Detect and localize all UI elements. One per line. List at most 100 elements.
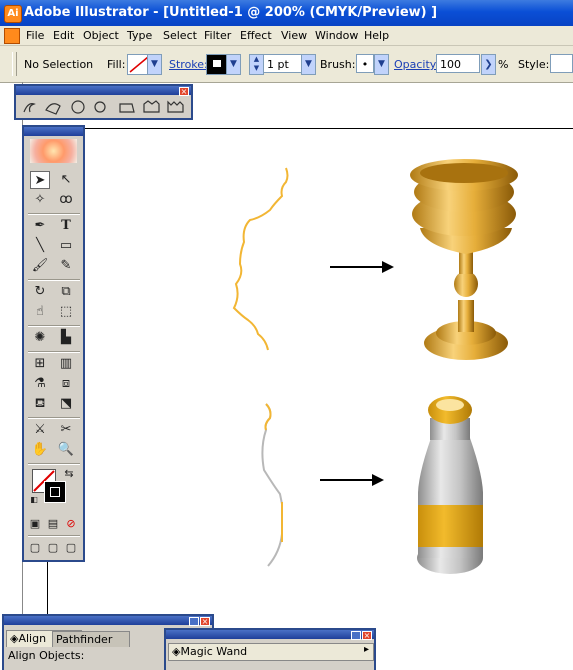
style-field[interactable] — [550, 54, 573, 73]
brush-dropdown[interactable]: ▼ — [374, 54, 389, 75]
pucker-tool-icon — [71, 100, 85, 114]
toolbox-separator — [28, 417, 80, 419]
menu-filter[interactable]: Filter — [204, 29, 231, 42]
toolbox-separator — [28, 279, 80, 281]
toolbox-separator — [28, 325, 80, 327]
goblet-3d-render — [410, 159, 518, 360]
menu-type[interactable]: Type — [127, 29, 152, 42]
full-screen-mode-icon[interactable]: ▢ — [64, 539, 78, 557]
tab-magic-wand[interactable]: ◈Magic Wand ▸ — [168, 643, 374, 661]
magic-wand-title-bar[interactable]: × — [166, 630, 374, 640]
selection-tool-icon[interactable]: ➤ — [30, 171, 50, 189]
menu-view[interactable]: View — [281, 29, 307, 42]
warp-tools-icons[interactable] — [18, 96, 193, 118]
tab-pathfinder-label: Pathfinder — [56, 633, 113, 646]
panel-connector-line — [47, 560, 48, 620]
document-icon[interactable] — [4, 28, 20, 44]
toolbox-separator — [28, 213, 80, 215]
artboard-top-edge — [83, 128, 573, 129]
magic-wand-tool-icon[interactable]: ✧ — [30, 191, 50, 209]
rectangle-tool-icon[interactable]: ▭ — [56, 237, 76, 255]
menu-file[interactable]: File — [26, 29, 44, 42]
arrow-right-icon — [330, 261, 394, 273]
bloat-tool-icon — [94, 101, 106, 113]
tearoff-title-bar[interactable]: × — [16, 86, 191, 96]
opacity-arrow-button[interactable]: ❯ — [481, 54, 496, 75]
stroke-weight-stepper[interactable]: ▲ ▼ — [249, 54, 264, 75]
blend-tool-icon[interactable]: ⧈ — [56, 375, 76, 393]
stroke-color-box[interactable] — [44, 481, 66, 503]
close-icon[interactable]: × — [179, 87, 189, 96]
menu-window[interactable]: Window — [315, 29, 358, 42]
toolbox-separator — [28, 351, 80, 353]
close-icon[interactable]: × — [200, 617, 210, 626]
opacity-field[interactable]: 100 — [436, 54, 480, 73]
menu-effect[interactable]: Effect — [240, 29, 272, 42]
gradient-tool-icon[interactable]: ▥ — [56, 355, 76, 373]
free-transform-tool-icon[interactable]: ⬚ — [56, 303, 76, 321]
color-mode-icon[interactable]: ▣ — [28, 515, 42, 533]
type-tool-icon[interactable]: T — [56, 217, 76, 235]
crystallize-tool-icon — [143, 100, 160, 113]
warp-tool-icon — [23, 103, 36, 113]
opacity-label[interactable]: Opacity: — [394, 58, 439, 71]
symbol-sprayer-tool-icon[interactable]: ✺ — [30, 329, 50, 347]
close-icon[interactable]: × — [362, 631, 372, 640]
toolbox-separator — [28, 535, 80, 537]
menu-select[interactable]: Select — [163, 29, 197, 42]
swap-fill-stroke-icon[interactable]: ⇆ — [62, 465, 76, 483]
magic-wand-panel: × ◈Magic Wand ▸ — [164, 628, 376, 670]
standard-screen-mode-icon[interactable]: ▢ — [28, 539, 42, 557]
none-mode-icon[interactable]: ⊘ — [64, 515, 78, 533]
align-panel-title-bar[interactable]: × — [4, 616, 212, 626]
stroke-dropdown[interactable]: ▼ — [226, 54, 241, 75]
rotate-tool-icon[interactable]: ↻ — [30, 283, 50, 301]
goblet-profile-path — [232, 167, 289, 351]
stroke-weight-dropdown[interactable]: ▼ — [301, 54, 316, 75]
default-fill-stroke-icon[interactable]: ◧ — [28, 491, 40, 509]
toolbox-title-bar[interactable] — [24, 127, 83, 136]
toolbox-panel: ➤ ↖ ✧ ꝏ ✒ T ╲ ▭ 🖌 ✎ ↻ ⧉ ☝ ⬚ ✺ ▙ ⊞ ▥ ⚗ ⧈ … — [22, 125, 85, 562]
minimize-icon[interactable] — [351, 631, 361, 640]
paintbrush-tool-icon[interactable]: 🖌 — [30, 257, 50, 275]
selection-status: No Selection — [24, 58, 94, 71]
warp-tool-icon[interactable]: ☝ — [30, 303, 50, 321]
menu-object[interactable]: Object — [83, 29, 119, 42]
menu-help[interactable]: Help — [364, 29, 389, 42]
gradient-mode-icon[interactable]: ▤ — [46, 515, 60, 533]
percent-label: % — [498, 58, 509, 71]
illustrator-flower-logo — [30, 139, 77, 163]
fill-dropdown[interactable]: ▼ — [147, 54, 162, 75]
zoom-tool-icon[interactable]: 🔍 — [56, 441, 76, 459]
tool-tearoff-panel: × — [14, 84, 193, 120]
tab-pathfinder[interactable]: Pathfinder — [52, 631, 130, 647]
full-screen-menu-mode-icon[interactable]: ▢ — [46, 539, 60, 557]
scallop-tool-icon — [119, 103, 135, 113]
eyedropper-tool-icon[interactable]: ⚗ — [30, 375, 50, 393]
stroke-color-box-inner — [50, 487, 60, 497]
minimize-icon[interactable] — [189, 617, 199, 626]
pen-tool-icon[interactable]: ✒ — [30, 217, 50, 235]
pencil-tool-icon[interactable]: ✎ — [56, 257, 76, 275]
scissors-tool-icon[interactable]: ✂ — [56, 421, 76, 439]
line-segment-tool-icon[interactable]: ╲ — [30, 237, 50, 255]
menu-edit[interactable]: Edit — [53, 29, 74, 42]
lasso-tool-icon[interactable]: ꝏ — [56, 191, 76, 209]
hand-tool-icon[interactable]: ✋ — [30, 441, 50, 459]
brush-field[interactable]: • — [356, 54, 374, 73]
bottle-profile-path — [261, 403, 283, 567]
stroke-label[interactable]: Stroke: — [169, 58, 208, 71]
live-paint-selection-tool-icon[interactable]: ⬔ — [56, 395, 76, 413]
window-title: Adobe Illustrator - [Untitled-1 @ 200% (… — [24, 5, 438, 20]
twirl-tool-icon — [45, 103, 61, 115]
toolbar-grip[interactable] — [12, 52, 17, 76]
column-graph-tool-icon[interactable]: ▙ — [56, 329, 76, 347]
align-objects-label: Align Objects: — [8, 649, 85, 662]
mesh-tool-icon[interactable]: ⊞ — [30, 355, 50, 373]
direct-selection-tool-icon[interactable]: ↖ — [56, 171, 76, 189]
live-paint-bucket-tool-icon[interactable]: ⛾ — [30, 395, 50, 413]
slice-tool-icon[interactable]: ⚔ — [30, 421, 50, 439]
panel-menu-arrow-icon[interactable]: ▸ — [364, 644, 369, 655]
scale-tool-icon[interactable]: ⧉ — [56, 283, 76, 301]
menu-bar: File Edit Object Type Select Filter Effe… — [0, 26, 573, 46]
